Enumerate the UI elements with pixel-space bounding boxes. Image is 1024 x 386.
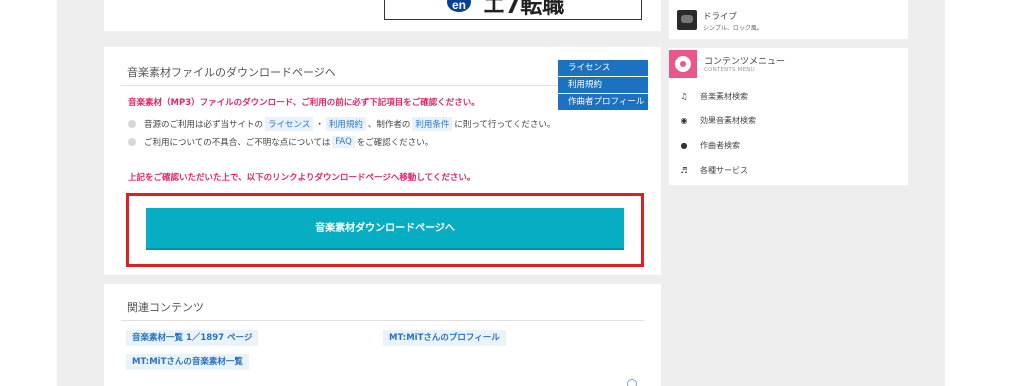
- download-card-title: 音楽素材ファイルのダウンロードページへ: [127, 66, 336, 79]
- track-thumbnail: [677, 10, 697, 30]
- related-content-card: 関連コンテンツ 音楽素材一覧 1／1897 ページ MT:MiTさんのプロフィー…: [104, 284, 661, 386]
- download-card: 音楽素材ファイルのダウンロードページへ ライセンス 利用規約 作曲者プロフィール…: [104, 47, 661, 275]
- info-icon: [627, 379, 637, 386]
- tab-license[interactable]: ライセンス: [558, 60, 648, 76]
- contents-menu-subtitle: CONTENTS MENU: [704, 67, 755, 73]
- contents-menu-title: コンテンツメニュー: [704, 57, 786, 67]
- menu-item-composer-search[interactable]: ● 作曲者検索: [679, 140, 741, 151]
- top-ad-card: en エ7転職: [104, 0, 661, 31]
- music-note-icon: ♬: [680, 166, 688, 175]
- music-library-icon: ♫: [680, 92, 688, 101]
- track-subtitle: シンプル、ロック風。: [703, 25, 763, 32]
- related-link-music-list[interactable]: 音楽素材一覧 1／1897 ページ: [126, 330, 259, 346]
- related-link-artist-music[interactable]: MT:MiTさんの音楽素材一覧: [126, 354, 249, 370]
- menu-item-music-search[interactable]: ♫ 音楽素材検索: [679, 91, 748, 102]
- conditions-link[interactable]: 利用条件: [412, 117, 453, 131]
- divider: [121, 320, 644, 321]
- bullet-icon: [128, 120, 136, 128]
- ad-banner[interactable]: en エ7転職: [384, 0, 642, 20]
- ad-logo: en: [447, 0, 471, 12]
- related-link-profile[interactable]: MT:MiTさんのプロフィール: [383, 330, 506, 346]
- menu-item-services[interactable]: ♬ 各種サービス: [679, 165, 748, 176]
- bullet-faq: ご利用についての不具合、ご不明な点については FAQ をご確認ください。: [128, 136, 433, 148]
- download-button-highlight: 音楽素材ダウンロードページへ: [126, 193, 644, 267]
- bullet-license: 音源のご利用は必ず当サイトの ライセンス ・ 利用規約 、制作者の 利用条件 に…: [128, 117, 555, 131]
- divider: [121, 85, 591, 86]
- menu-item-sfx-search[interactable]: ◉ 効果音素材検索: [679, 115, 757, 126]
- tab-terms[interactable]: 利用規約: [558, 77, 648, 93]
- bullet-icon: [128, 138, 136, 146]
- related-content-title: 関連コンテンツ: [127, 301, 204, 314]
- download-page-button[interactable]: 音楽素材ダウンロードページへ: [146, 208, 624, 250]
- track-title: ドライブ: [703, 12, 738, 22]
- tab-composer-profile[interactable]: 作曲者プロフィール: [558, 94, 648, 110]
- contents-menu-icon: [669, 50, 697, 78]
- sidebar-track-card[interactable]: ドライブ シンプル、ロック風。: [669, 0, 908, 39]
- terms-link[interactable]: 利用規約: [325, 117, 366, 131]
- license-link[interactable]: ライセンス: [265, 117, 314, 131]
- person-icon: ●: [680, 141, 688, 150]
- contents-menu: コンテンツメニュー CONTENTS MENU ♫ 音楽素材検索 ◉ 効果音素材…: [669, 48, 908, 185]
- download-notice: 音楽素材（MP3）ファイルのダウンロード、ご利用の前に必ず下記項目をご確認くださ…: [128, 98, 480, 108]
- faq-link[interactable]: FAQ: [332, 136, 355, 148]
- info-tabs: ライセンス 利用規約 作曲者プロフィール: [558, 60, 648, 111]
- sound-effect-icon: ◉: [680, 116, 688, 125]
- ad-text: エ7転職: [483, 0, 565, 19]
- download-instruction: 上記をご確認いただいた上で、以下のリンクよりダウンロードページへ移動してください…: [128, 173, 476, 183]
